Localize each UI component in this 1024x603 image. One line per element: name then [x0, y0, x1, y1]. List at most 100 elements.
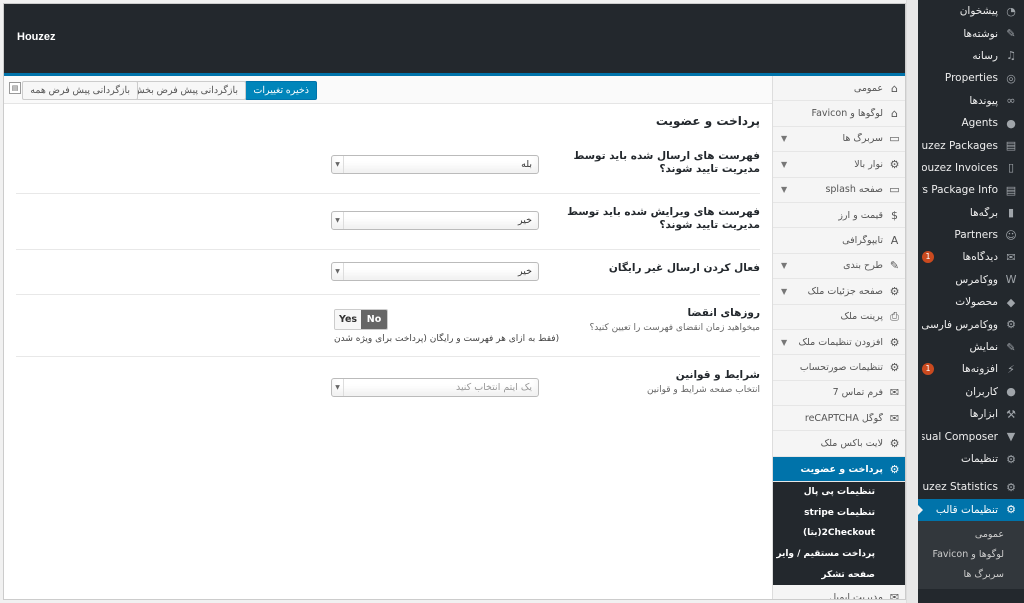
- section-submenu-item[interactable]: پرداخت مستقیم / وایر: [773, 544, 905, 565]
- wp-menu-item[interactable]: ◔ پیشخوان: [918, 0, 1024, 22]
- section-menu-item[interactable]: ✎ طرح بندی ▼: [773, 254, 905, 280]
- link-icon: ∞: [1006, 94, 1016, 108]
- wp-menu-item[interactable]: ✉ دیدگاه‌ها 1: [918, 246, 1024, 268]
- section-submenu-item[interactable]: صفحه تشکر: [773, 565, 905, 586]
- section-submenu-item[interactable]: تنظیمات پی پال: [773, 482, 905, 503]
- wp-menu-label: Houzez Packages: [922, 139, 998, 152]
- wp-menu-label: پیشخوان: [959, 5, 998, 18]
- section-menu-item[interactable]: ▭ سربرگ ها ▼: [773, 127, 905, 153]
- gear-icon: ⚙: [889, 437, 900, 451]
- terms-page-select[interactable]: یک ایتم انتخاب کنید ▼: [331, 378, 539, 397]
- wp-menu-item[interactable]: ✎ نمایش: [918, 336, 1024, 358]
- wp-menu-label: نمایش: [969, 341, 998, 354]
- wp-menu-item[interactable]: ⚙ ووکامرس فارسی: [918, 313, 1024, 335]
- options-panel: Houzez ▤ ذخیره تغییرات بازگردانی پیش فرض…: [3, 3, 906, 600]
- wp-menu-item[interactable]: ⚙ Houzez Statistics: [918, 476, 1024, 498]
- wp-menu-item[interactable]: ♫ رسانه: [918, 45, 1024, 67]
- field-subtitle: میخواهید زمان انقضای فهرست را تعیین کنید…: [589, 323, 760, 333]
- wp-menu-item[interactable]: ● Agents: [918, 112, 1024, 134]
- section-menu-item[interactable]: $ قیمت و ارز: [773, 203, 905, 229]
- section-menu-item[interactable]: ✉ گوگل reCAPTCHA: [773, 406, 905, 432]
- chevron-down-icon: ▼: [781, 286, 788, 296]
- font-icon: A: [890, 234, 899, 248]
- chevron-down-icon: ▼: [781, 159, 788, 169]
- section-menu-item[interactable]: ⌂ عمومی: [773, 76, 905, 102]
- page-scrollbar[interactable]: [906, 0, 918, 603]
- wp-menu-item[interactable]: W ووکامرس: [918, 269, 1024, 291]
- doc-icon: ▯: [1007, 161, 1015, 175]
- expiry-description: (فقط به ازای هر فهرست و رایگان (پرداخت ب…: [334, 334, 560, 344]
- section-menu-label: صفحه splash: [825, 184, 883, 196]
- mail-icon: ✉: [889, 590, 900, 600]
- toggle-no[interactable]: No: [361, 310, 387, 329]
- wp-menu-label: برگه‌ها: [969, 206, 998, 219]
- section-menu-item[interactable]: ⌂ لوگوها و Favicon: [773, 101, 905, 127]
- wp-menu-item[interactable]: ⚙ تنظیمات قالب: [918, 498, 1024, 521]
- section-menu-item[interactable]: ⚙ نوار بالا ▼: [773, 152, 905, 178]
- approve-edit-select[interactable]: خیر ▼: [331, 211, 539, 230]
- partner-icon: ☺: [1005, 228, 1017, 242]
- wp-submenu-item[interactable]: لوگوها و Favicon: [918, 545, 1024, 565]
- section-menu-label: عمومی: [853, 82, 883, 94]
- comment-icon: ✉: [1006, 250, 1016, 264]
- wp-menu-item[interactable]: ⚒ ابزارها: [918, 403, 1024, 425]
- section-menu-item[interactable]: ▭ صفحه splash ▼: [773, 178, 905, 203]
- wp-menu-item[interactable]: ☺ Partners: [918, 224, 1024, 246]
- wp-menu-item[interactable]: ✎ نوشته‌ها: [918, 22, 1024, 44]
- expand-options-icon[interactable]: ▤: [9, 82, 21, 94]
- wp-menu-item[interactable]: ● کاربران: [918, 381, 1024, 403]
- section-menu-item[interactable]: ⚙ پرداخت و عضویت: [773, 456, 905, 483]
- chevron-down-icon: ▼: [781, 134, 788, 144]
- wp-menu-item[interactable]: ▯ Houzez Invoices: [918, 157, 1024, 179]
- section-submenu-item[interactable]: تنظیمات stripe: [773, 503, 905, 524]
- section-menu-label: فرم تماس 7: [832, 387, 883, 399]
- section-menu-item[interactable]: ⚙ صفحه جزئیات ملک ▼: [773, 279, 905, 305]
- section-submenu-item[interactable]: 2Checkout(بتا): [773, 523, 905, 544]
- section-menu-item[interactable]: ⚙ تنظیمات صورتحساب: [773, 355, 905, 381]
- mail-icon: ✉: [889, 411, 900, 425]
- section-menu-item[interactable]: ⚙ افزودن تنظیمات ملک ▼: [773, 330, 905, 356]
- section-menu-item[interactable]: ⎙ پرینت ملک: [773, 305, 905, 330]
- wp-menu-label: Houzez Statistics: [922, 481, 998, 494]
- plugin-icon: ⚡: [1007, 362, 1015, 376]
- wp-menu-label: ابزارها: [969, 408, 998, 421]
- toggle-yes[interactable]: Yes: [335, 310, 361, 329]
- wp-submenu-item[interactable]: سربرگ ها: [918, 565, 1024, 585]
- brush-icon: ✎: [1006, 340, 1016, 354]
- gear-icon: ⚙: [889, 284, 900, 298]
- wp-menu-item[interactable]: ∞ پیوندها: [918, 90, 1024, 112]
- gear-icon: ⚙: [889, 157, 900, 171]
- dollar-icon: $: [891, 208, 898, 222]
- free-submit-select[interactable]: خیر ▼: [331, 262, 539, 281]
- wp-menu-item[interactable]: ▤ Users Package Info: [918, 179, 1024, 201]
- chevron-down-icon: ▼: [332, 263, 344, 280]
- wp-submenu-item[interactable]: عمومی: [918, 525, 1024, 545]
- reset-all-button[interactable]: بازگردانی پیش فرض همه: [22, 81, 138, 100]
- section-menu-item[interactable]: ✉ فرم تماس 7: [773, 381, 905, 407]
- save-changes-button[interactable]: ذخیره تغییرات: [245, 81, 317, 100]
- wp-menu-item[interactable]: ⚙ تنظیمات: [918, 448, 1024, 470]
- wp-menu-item[interactable]: ◆ محصولات: [918, 291, 1024, 313]
- section-menu-label: طرح بندی: [843, 260, 883, 272]
- reset-section-button[interactable]: بازگردانی پیش فرض بخش: [124, 81, 246, 100]
- section-menu-item[interactable]: A تایپوگرافی: [773, 228, 905, 254]
- wp-menu-label: Houzez Invoices: [922, 161, 998, 174]
- section-menu-item[interactable]: ⚙ لایت باکس ملک: [773, 431, 905, 457]
- section-menu-item[interactable]: ✉ مدیریت ایمیل: [773, 585, 905, 600]
- mail-icon: ✉: [889, 386, 900, 400]
- section-menu-label: لایت باکس ملک: [820, 438, 883, 450]
- wp-menu-item[interactable]: ▮ برگه‌ها: [918, 202, 1024, 224]
- wp-menu-item[interactable]: ▤ Houzez Packages: [918, 134, 1024, 156]
- pencil-icon: ✎: [889, 259, 900, 273]
- field-label: فهرست های ارسال شده باید توسط مدیریت تای…: [573, 150, 760, 175]
- section-menu-label: تایپوگرافی: [842, 235, 883, 247]
- wp-menu-item[interactable]: ◎ Properties: [918, 67, 1024, 89]
- chevron-down-icon: ▼: [781, 337, 788, 347]
- notification-badge: 1: [922, 363, 934, 376]
- expiry-toggle[interactable]: Yes No: [334, 309, 388, 330]
- home-icon: ⌂: [891, 81, 898, 95]
- wp-menu-label: تنظیمات: [960, 453, 998, 465]
- approve-new-select[interactable]: بله ▼: [331, 155, 539, 174]
- wp-menu-item[interactable]: ▼ Visual Composer: [918, 425, 1024, 447]
- wp-menu-item[interactable]: ⚡ افزونه‌ها 1: [918, 358, 1024, 380]
